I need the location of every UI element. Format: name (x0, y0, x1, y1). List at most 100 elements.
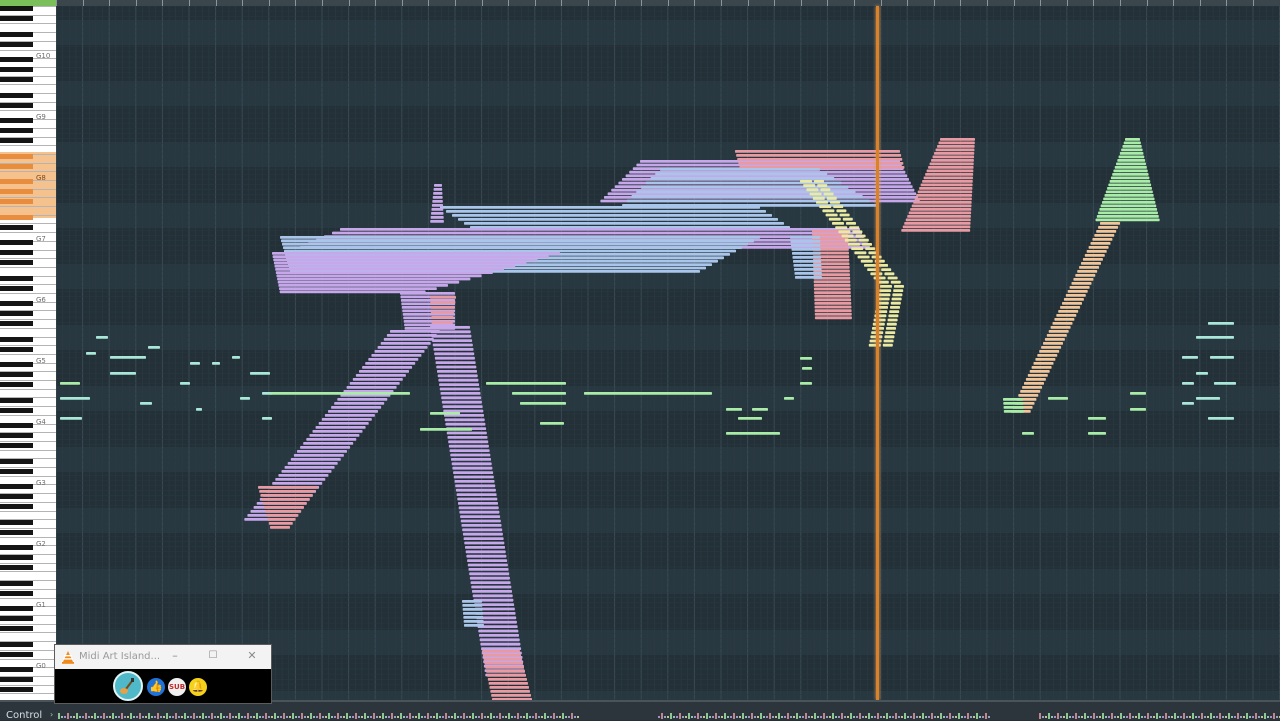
midi-note[interactable] (792, 256, 822, 259)
midi-note[interactable] (368, 358, 419, 361)
midi-note[interactable] (470, 581, 511, 584)
midi-note[interactable] (1088, 246, 1109, 249)
midi-note[interactable] (848, 243, 860, 246)
black-key[interactable] (0, 93, 33, 98)
midi-note[interactable] (1196, 336, 1234, 339)
midi-note[interactable] (839, 213, 850, 217)
midi-note[interactable] (928, 166, 974, 169)
midi-note[interactable] (1020, 390, 1041, 393)
midi-note[interactable] (420, 428, 472, 431)
midi-note[interactable] (838, 230, 851, 234)
midi-note[interactable] (460, 519, 501, 523)
midi-note[interactable] (1022, 386, 1043, 389)
black-key[interactable] (0, 642, 33, 647)
midi-note[interactable] (431, 212, 444, 215)
midi-note[interactable] (1098, 226, 1119, 229)
midi-note[interactable] (264, 506, 304, 509)
midi-note[interactable] (814, 305, 852, 309)
midi-note[interactable] (860, 259, 873, 263)
black-key[interactable] (0, 591, 33, 596)
midi-note[interactable] (484, 662, 524, 665)
midi-note[interactable] (793, 260, 822, 263)
white-key[interactable] (0, 659, 56, 660)
midi-note[interactable] (1118, 155, 1145, 159)
black-key[interactable] (0, 118, 33, 123)
midi-note[interactable] (910, 208, 972, 211)
midi-note[interactable] (1075, 274, 1096, 277)
midi-note[interactable] (784, 397, 794, 400)
midi-note[interactable] (886, 322, 897, 326)
midi-note[interactable] (813, 287, 851, 291)
midi-note[interactable] (400, 292, 455, 295)
midi-note[interactable] (923, 176, 973, 180)
black-key[interactable] (0, 687, 33, 692)
midi-note[interactable] (293, 454, 344, 457)
midi-note[interactable] (447, 436, 488, 439)
midi-note[interactable] (268, 522, 293, 525)
midi-note[interactable] (337, 398, 388, 401)
midi-note[interactable] (404, 323, 455, 327)
midi-note[interactable] (328, 410, 378, 413)
midi-note[interactable] (823, 192, 834, 196)
midi-note[interactable] (430, 296, 456, 299)
midi-note[interactable] (430, 301, 456, 304)
midi-note[interactable] (932, 155, 975, 159)
midi-note[interactable] (212, 362, 220, 365)
black-key[interactable] (0, 616, 33, 621)
midi-note[interactable] (879, 289, 892, 292)
black-key[interactable] (0, 677, 33, 682)
midi-note[interactable] (937, 145, 975, 148)
midi-note[interactable] (451, 462, 492, 466)
midi-note[interactable] (432, 343, 473, 347)
midi-note[interactable] (275, 478, 326, 481)
midi-note[interactable] (283, 246, 742, 249)
black-key[interactable] (0, 225, 33, 230)
midi-note[interactable] (457, 497, 498, 501)
midi-note[interactable] (463, 537, 504, 540)
midi-note[interactable] (464, 222, 784, 225)
midi-note[interactable] (454, 480, 495, 483)
midi-note[interactable] (430, 220, 444, 223)
midi-note[interactable] (884, 272, 895, 276)
midi-note[interactable] (110, 356, 146, 359)
midi-note[interactable] (448, 444, 489, 448)
midi-note[interactable] (878, 264, 888, 267)
midi-note[interactable] (430, 216, 444, 219)
midi-note[interactable] (432, 200, 443, 203)
midi-note[interactable] (1079, 266, 1100, 269)
white-key[interactable] (0, 406, 56, 407)
midi-note[interactable] (512, 392, 566, 395)
midi-note[interactable] (835, 226, 848, 229)
midi-note[interactable] (260, 494, 313, 497)
white-key[interactable] (0, 171, 56, 172)
midi-note[interactable] (431, 334, 472, 338)
midi-note[interactable] (1035, 358, 1056, 361)
midi-note[interactable] (1018, 394, 1039, 397)
midi-note[interactable] (469, 572, 510, 576)
midi-note[interactable] (902, 225, 971, 229)
midi-note[interactable] (272, 252, 560, 255)
midi-note[interactable] (433, 192, 443, 195)
midi-note[interactable] (462, 604, 483, 607)
midi-note[interactable] (451, 458, 491, 461)
midi-note[interactable] (250, 372, 270, 375)
midi-note[interactable] (486, 670, 525, 673)
white-key[interactable] (0, 223, 56, 224)
midi-note[interactable] (917, 190, 973, 194)
midi-note[interactable] (453, 475, 494, 479)
midi-note[interactable] (1081, 262, 1101, 265)
midi-note[interactable] (277, 277, 471, 281)
midi-note[interactable] (901, 229, 971, 232)
midi-note[interactable] (889, 310, 900, 313)
midi-note[interactable] (471, 585, 512, 589)
midi-note[interactable] (919, 187, 973, 190)
midi-note[interactable] (830, 201, 840, 204)
midi-note[interactable] (300, 446, 351, 449)
midi-note[interactable] (462, 532, 503, 536)
midi-note[interactable] (888, 314, 899, 318)
midi-note[interactable] (284, 466, 335, 469)
control-arrow-icon[interactable]: › (50, 710, 53, 719)
midi-note[interactable] (275, 268, 504, 271)
midi-note[interactable] (60, 417, 82, 420)
midi-note[interactable] (816, 201, 828, 204)
